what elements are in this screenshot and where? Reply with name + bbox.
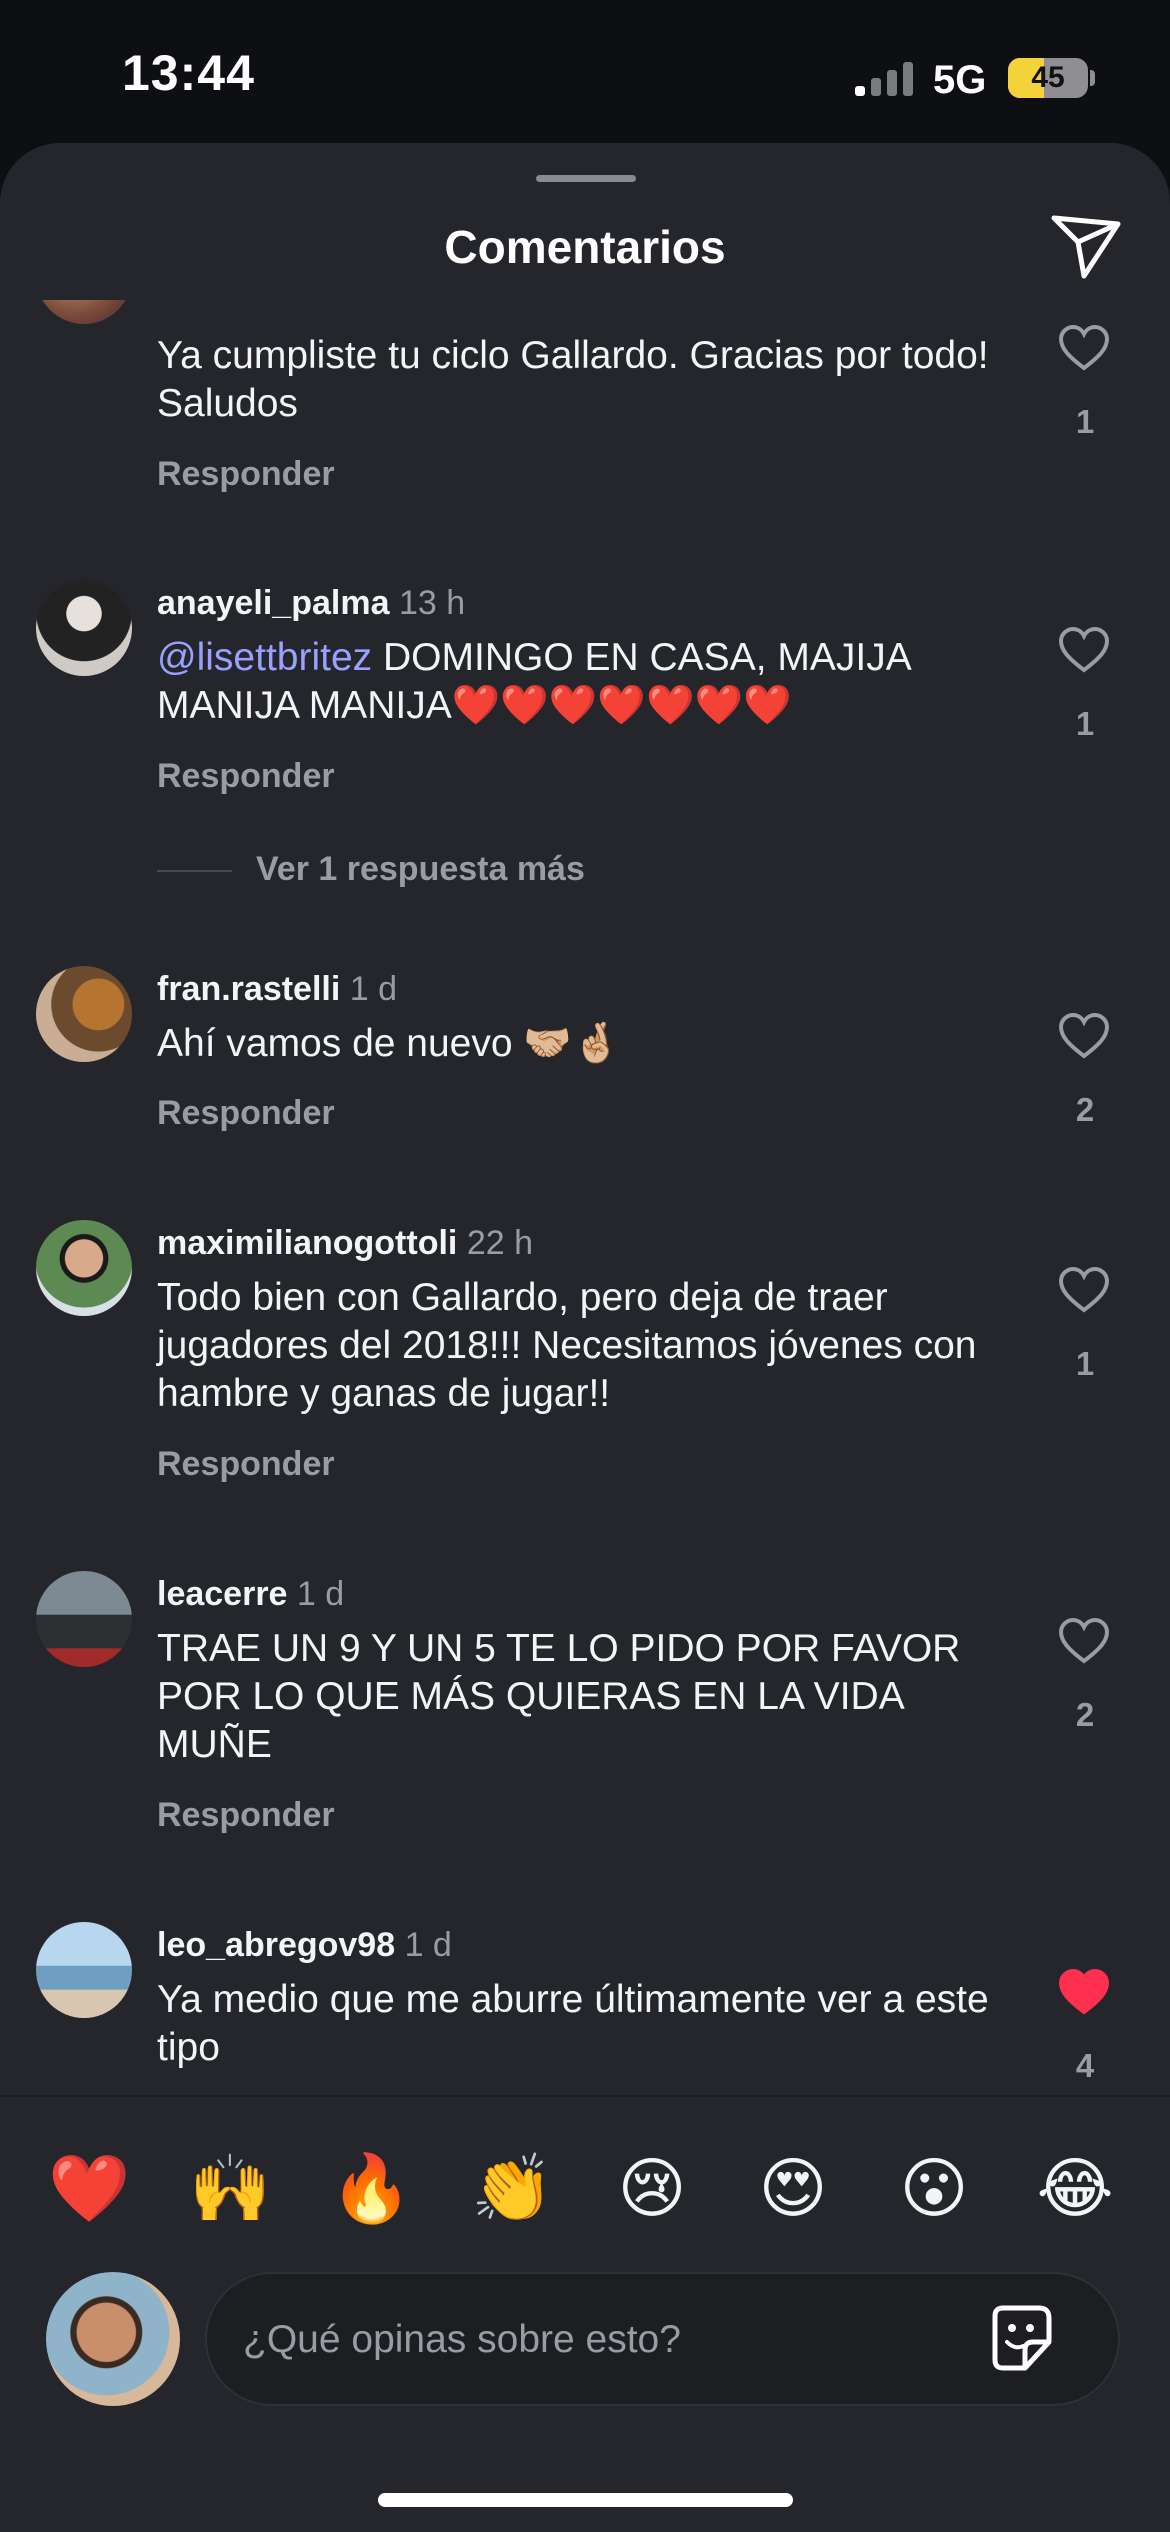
- view-more-replies[interactable]: Ver 1 respuesta más: [256, 850, 585, 889]
- reply-button[interactable]: Responder: [157, 1094, 335, 1133]
- comments-list[interactable]: Ya cumpliste tu ciclo Gallardo. Gracias …: [0, 300, 1170, 2095]
- reaction-crying[interactable]: 😢: [612, 2148, 692, 2228]
- like-count: 1: [1075, 1345, 1095, 1382]
- like-count: 2: [1075, 1696, 1095, 1733]
- status-bar: 13:44 5G 45: [0, 0, 1170, 150]
- comment-meta: anayeli_palma 13 h: [157, 584, 465, 623]
- like-count: 1: [1075, 705, 1095, 742]
- reaction-heart[interactable]: ❤️: [48, 2148, 130, 2228]
- comment-text: Ya cumpliste tu ciclo Gallardo. Gracias …: [157, 334, 989, 425]
- home-indicator[interactable]: [378, 2493, 793, 2507]
- reaction-laughing[interactable]: 😂: [1035, 2148, 1115, 2228]
- comment-text: Todo bien con Gallardo, pero deja de tra…: [157, 1276, 977, 1415]
- reply-button[interactable]: Responder: [157, 1796, 335, 1835]
- username[interactable]: fran.rastelli: [157, 970, 340, 1008]
- avatar[interactable]: [36, 1571, 132, 1667]
- heart-filled-icon[interactable]: [1058, 1968, 1110, 2016]
- avatar[interactable]: [36, 580, 132, 676]
- reply-button[interactable]: Responder: [157, 757, 335, 796]
- status-time: 13:44: [122, 45, 255, 101]
- comment-time: 13 h: [398, 584, 466, 622]
- reply-button[interactable]: Responder: [157, 455, 335, 494]
- mention-link[interactable]: @lisettbritez: [157, 636, 372, 679]
- comment-text: TRAE UN 9 Y UN 5 TE LO PIDO POR FAVOR PO…: [157, 1627, 961, 1766]
- comment-time: 1 d: [404, 1926, 452, 1964]
- username[interactable]: leo_abregov98: [157, 1926, 395, 1964]
- like-count: 2: [1075, 1091, 1095, 1128]
- avatar[interactable]: [36, 300, 132, 324]
- reaction-raised-hands[interactable]: 🙌: [189, 2148, 271, 2228]
- avatar[interactable]: [36, 966, 132, 1062]
- sheet-grabber[interactable]: [536, 175, 636, 182]
- comment-text: @lisettbritez DOMINGO EN CASA, MAJIJA MA…: [157, 634, 1007, 730]
- battery-tip: [1090, 70, 1095, 86]
- reaction-clap[interactable]: 👏: [471, 2148, 553, 2228]
- comment-meta: leo_abregov98 1 d: [157, 1926, 452, 1965]
- network-type: 5G: [933, 58, 987, 102]
- composer-divider: [0, 2095, 1170, 2097]
- reaction-heart-eyes[interactable]: 😍: [753, 2148, 833, 2228]
- heart-icon[interactable]: [1058, 324, 1110, 372]
- reaction-fire[interactable]: 🔥: [330, 2148, 412, 2228]
- comment-time: 1 d: [349, 970, 398, 1008]
- avatar[interactable]: [36, 1922, 132, 2018]
- comment-text: Ahí vamos de nuevo 🤝🏼🤞🏼: [157, 1022, 621, 1065]
- sticker-icon[interactable]: [985, 2302, 1057, 2374]
- comment-meta: fran.rastelli 1 d: [157, 970, 397, 1009]
- heart-icon[interactable]: [1058, 1012, 1110, 1060]
- comment-input-placeholder[interactable]: ¿Qué opinas sobre esto?: [243, 2318, 681, 2362]
- comment-time: 22 h: [466, 1224, 533, 1262]
- username[interactable]: anayeli_palma: [157, 584, 389, 622]
- reply-button[interactable]: Responder: [157, 1445, 335, 1484]
- comment-time: 1 d: [296, 1575, 345, 1613]
- heart-icon[interactable]: [1058, 1617, 1110, 1665]
- current-user-avatar[interactable]: [46, 2272, 180, 2406]
- comment-text: Ya medio que me aburre últimamente ver a…: [157, 1978, 989, 2069]
- comment-meta: leacerre 1 d: [157, 1575, 344, 1614]
- username[interactable]: leacerre: [157, 1575, 287, 1613]
- comment-meta: maximilianogottoli 22 h: [157, 1224, 533, 1263]
- paper-plane-icon[interactable]: [1050, 214, 1122, 280]
- heart-icon[interactable]: [1058, 1266, 1110, 1314]
- username[interactable]: maximilianogottoli: [157, 1224, 457, 1262]
- heart-icon[interactable]: [1058, 626, 1110, 674]
- sheet-title: Comentarios: [444, 221, 726, 273]
- replies-divider: [157, 870, 232, 872]
- reaction-surprised[interactable]: 😮: [894, 2148, 974, 2228]
- avatar[interactable]: [36, 1220, 132, 1316]
- battery-icon: 45: [1008, 58, 1088, 98]
- battery-percent: 45: [1031, 61, 1065, 94]
- like-count: 1: [1075, 403, 1095, 440]
- cellular-signal-icon: [855, 62, 915, 96]
- like-count: 4: [1075, 2047, 1095, 2084]
